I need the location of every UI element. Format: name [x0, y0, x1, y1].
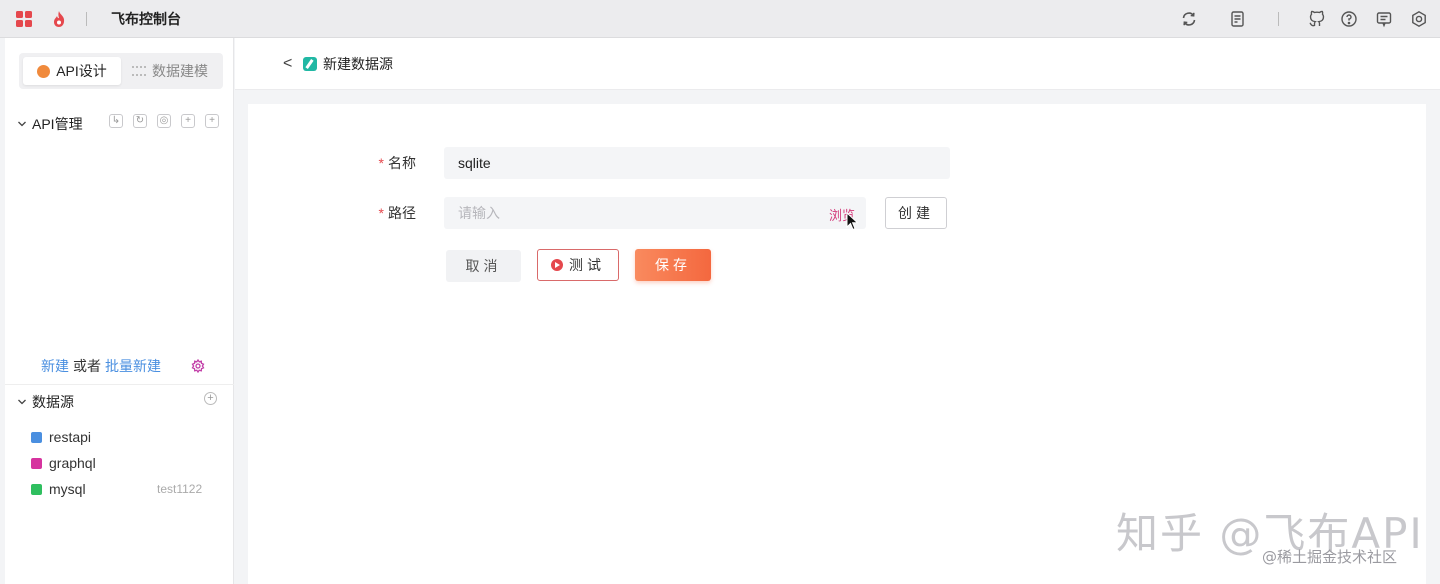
path-input[interactable] [444, 197, 866, 229]
tab-data-modeling[interactable]: 数据建模 [121, 57, 219, 85]
add-folder-icon[interactable]: + [181, 114, 195, 128]
gear-icon[interactable] [191, 359, 205, 373]
name-row: * 名称 [346, 147, 950, 179]
settings-icon[interactable] [1410, 10, 1428, 28]
topbar-separator [86, 11, 87, 26]
test-button-label: 测试 [569, 257, 605, 273]
target-icon[interactable]: ◎ [157, 114, 171, 128]
add-datasource-icon[interactable]: + [204, 392, 217, 405]
page-title: 新建数据源 [323, 55, 393, 72]
add-api-icon[interactable]: + [205, 114, 219, 128]
mouse-cursor-icon [846, 212, 859, 231]
topbar-actions [1180, 0, 1428, 38]
refresh-icon[interactable] [1180, 10, 1198, 28]
tab-api-design[interactable]: API设计 [23, 57, 121, 85]
datasource-item-restapi[interactable]: restapi [31, 424, 231, 450]
tab-api-design-label: API设计 [56, 63, 107, 79]
cancel-button[interactable]: 取消 [446, 250, 521, 282]
top-bar: 飞布控制台 [0, 0, 1440, 38]
name-input[interactable] [444, 147, 950, 179]
graphql-icon [31, 457, 42, 469]
divider [1278, 12, 1279, 26]
datasource-item-mysql[interactable]: mysql test1122 [31, 476, 231, 502]
sort-icon[interactable]: ↳ [109, 114, 123, 128]
datasource-list: restapi graphql mysql test1122 [31, 424, 231, 502]
datasource-section-label: 数据源 [32, 394, 74, 410]
api-toolbar: ↳ ↻ ◎ + + [109, 114, 219, 128]
datasource-item-graphql[interactable]: graphql [31, 450, 231, 476]
datasource-name: restapi [49, 429, 92, 445]
path-label: * 路径 [378, 205, 416, 221]
document-icon[interactable] [1229, 10, 1247, 28]
api-section-header[interactable]: API管理 [17, 114, 83, 134]
edit-icon [303, 56, 317, 71]
sidebar-tabs: API设计 数据建模 [19, 53, 223, 89]
watermark-sub: @稀土掘金技术社区 [1262, 548, 1398, 566]
datasource-name: mysql [49, 481, 86, 497]
api-design-icon [37, 64, 51, 78]
restapi-icon [31, 431, 42, 443]
path-row: * 路径 [346, 197, 866, 229]
list-icon [132, 66, 146, 76]
main-header: < 新建数据源 [235, 38, 1440, 90]
or-text: 或者 [73, 358, 101, 374]
create-button[interactable]: 创建 [885, 197, 947, 229]
chevron-down-icon [18, 121, 26, 127]
back-icon[interactable]: < [283, 55, 293, 73]
tab-data-modeling-label: 数据建模 [152, 63, 208, 79]
message-icon[interactable] [1375, 10, 1393, 28]
name-label: * 名称 [378, 155, 416, 171]
mysql-icon [31, 483, 42, 495]
refresh-list-icon[interactable]: ↻ [133, 114, 147, 128]
api-section-label: API管理 [32, 116, 83, 132]
chevron-down-icon [18, 399, 26, 405]
play-icon [551, 259, 563, 271]
sidebar: API设计 数据建模 API管理 ↳ ↻ ◎ + + 新建 或者 批量新建 数据… [5, 38, 234, 584]
flame-logo-icon [54, 10, 65, 27]
datasource-tag: test1122 [157, 482, 203, 496]
help-icon[interactable] [1340, 10, 1358, 28]
datasource-name: graphql [49, 455, 96, 471]
apps-grid-icon[interactable] [16, 10, 32, 27]
datasource-section-header[interactable]: 数据源 [17, 392, 74, 412]
github-icon[interactable] [1308, 10, 1326, 28]
empty-api-prompt: 新建 或者 批量新建 [41, 356, 205, 376]
save-button[interactable]: 保存 [635, 249, 711, 281]
app-title: 飞布控制台 [111, 10, 181, 27]
test-button[interactable]: 测试 [537, 249, 619, 281]
sidebar-divider [5, 384, 234, 385]
new-api-link[interactable]: 新建 [41, 356, 69, 376]
batch-new-link[interactable]: 批量新建 [105, 356, 161, 376]
